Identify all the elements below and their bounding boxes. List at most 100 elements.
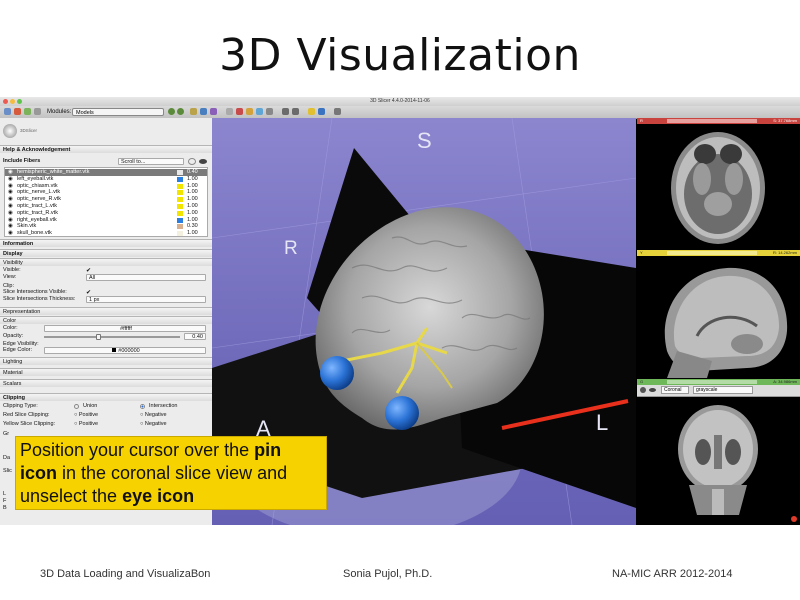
clipping-section-header[interactable]: Clipping [0, 393, 212, 401]
yellow-positive-radio[interactable]: ○ Positive [74, 421, 98, 428]
visibility-eye-icon[interactable]: ◉ [8, 203, 13, 210]
opacity-spinbox[interactable]: 0.40 [184, 333, 206, 340]
markups-icon[interactable] [266, 108, 273, 115]
load-data-icon[interactable] [4, 108, 11, 115]
opacity-slider-handle[interactable] [96, 334, 102, 340]
models-icon[interactable] [246, 108, 253, 115]
minimize-window-button[interactable] [10, 99, 15, 104]
python-icon[interactable] [318, 108, 325, 115]
data-module-icon[interactable] [226, 108, 233, 115]
volume-dropdown[interactable]: grayscale [693, 386, 753, 394]
visibility-eye-icon[interactable]: ◉ [8, 176, 13, 183]
instruction-callout: Position your cursor over the pin icon i… [15, 436, 327, 510]
color-section-header[interactable]: Color [0, 316, 212, 324]
help-section-header[interactable]: Help & Acknowledgement [0, 145, 212, 153]
module-selector[interactable]: Models [72, 108, 164, 116]
representation-section-header[interactable]: Representation [0, 307, 212, 315]
model-row[interactable]: ◉ optic_tract_L.vtk 1.00 [5, 203, 207, 210]
model-row[interactable]: ◉ Skin.vtk 0.30 [5, 223, 207, 230]
opacity-slider-track[interactable] [44, 336, 180, 338]
model-row[interactable]: ◉ optic_chiasm.vtk 1.00 [5, 183, 207, 190]
visibility-eye-icon[interactable]: ◉ [8, 183, 13, 190]
models-tree[interactable]: ◉ hemispheric_white_matter.vtk 0.40 ◉ left_e… [4, 167, 208, 237]
visibility-section-header[interactable]: Visibility [0, 258, 212, 266]
model-row[interactable]: ◉ hemispheric_white_matter.vtk 0.40 [5, 169, 207, 176]
model-color-swatch[interactable] [177, 224, 183, 230]
slice-thickness-spinbox[interactable]: 1 px [86, 296, 206, 303]
green-slice-view[interactable] [637, 397, 800, 515]
red-positive-radio[interactable]: ○ Positive [74, 412, 98, 419]
volumes-icon[interactable] [236, 108, 243, 115]
model-color-swatch[interactable] [177, 197, 183, 203]
slice-intersections-thickness-label: Slice Intersections Thickness: [3, 296, 76, 302]
yellow-slice-view[interactable] [637, 256, 800, 379]
visibility-eye-icon[interactable]: ◉ [8, 196, 13, 203]
material-section-label: Material [3, 370, 23, 376]
red-negative-radio[interactable]: ○ Negative [140, 412, 167, 419]
model-row[interactable]: ◉ left_eyeball.vtk 1.00 [5, 176, 207, 183]
color-picker[interactable]: #ffffff [44, 325, 206, 332]
sagittal-mri-image [664, 267, 788, 378]
model-color-swatch[interactable] [177, 176, 183, 182]
orientation-dropdown[interactable]: Coronal [661, 386, 689, 394]
intersection-radio[interactable] [140, 404, 145, 409]
yellow-negative-radio[interactable]: ○ Negative [140, 421, 167, 428]
back-arrow-icon[interactable] [168, 108, 175, 115]
scalars-section-header[interactable]: Scalars [0, 379, 212, 387]
slice-eye-icon[interactable] [649, 388, 656, 392]
model-row[interactable]: ◉ optic_nerve_L.vtk 1.00 [5, 189, 207, 196]
search-icon[interactable] [34, 108, 41, 115]
transforms-icon[interactable] [256, 108, 263, 115]
eye-icon[interactable] [199, 159, 207, 164]
union-radio[interactable] [74, 404, 79, 409]
yellow-slice-slider[interactable] [667, 251, 757, 255]
model-row[interactable]: ◉ skull_bone.vtk 1.00 [5, 230, 207, 237]
model-color-swatch[interactable] [177, 190, 183, 196]
fiducial-icon[interactable] [308, 108, 315, 115]
model-name: Skin.vtk [17, 223, 37, 230]
model-color-swatch[interactable] [177, 231, 183, 237]
slice-layout-icon[interactable] [292, 108, 299, 115]
extension-manager-icon[interactable] [334, 108, 341, 115]
information-section-header[interactable]: Information [0, 239, 212, 247]
slice-intersections-checkbox[interactable]: ✔ [86, 289, 91, 296]
mouse-mode-icon[interactable] [190, 108, 197, 115]
scroll-to-field[interactable]: Scroll to... [118, 158, 184, 165]
crosshair-icon[interactable] [210, 108, 217, 115]
visibility-eye-icon[interactable]: ◉ [8, 217, 13, 224]
visible-checkbox[interactable]: ✔ [86, 267, 91, 274]
model-color-swatch[interactable] [177, 204, 183, 209]
dcm-icon[interactable] [24, 108, 31, 115]
visibility-eye-icon[interactable]: ◉ [8, 210, 13, 217]
close-view-icon[interactable] [791, 516, 797, 522]
layout-icon[interactable] [200, 108, 207, 115]
red-slice-view[interactable] [637, 124, 800, 250]
view-dropdown[interactable]: All [86, 274, 206, 281]
visibility-eye-icon[interactable]: ◉ [8, 230, 13, 237]
material-section-header[interactable]: Material [0, 368, 212, 376]
model-row[interactable]: ◉ right_eyeball.vtk 1.00 [5, 217, 207, 224]
red-slice-slider[interactable] [667, 119, 757, 123]
model-opacity: 0.30 [187, 223, 198, 230]
forward-arrow-icon[interactable] [177, 108, 184, 115]
save-icon[interactable] [14, 108, 21, 115]
edge-color-picker[interactable]: #000000 [44, 347, 206, 354]
green-slice-slider[interactable] [667, 380, 757, 384]
filter-toggle-icon[interactable] [188, 158, 196, 165]
visibility-eye-icon[interactable]: ◉ [8, 223, 13, 230]
lighting-section-header[interactable]: Lighting [0, 357, 212, 365]
visibility-eye-icon[interactable]: ◉ [8, 169, 13, 176]
model-row[interactable]: ◉ optic_nerve_R.vtk 1.00 [5, 196, 207, 203]
close-window-button[interactable] [3, 99, 8, 104]
information-section-label: Information [3, 241, 34, 247]
model-color-swatch[interactable] [177, 183, 183, 189]
model-color-swatch[interactable] [177, 217, 183, 223]
model-color-swatch[interactable] [177, 170, 183, 175]
view-layout-icon[interactable] [282, 108, 289, 115]
model-color-swatch[interactable] [177, 210, 183, 216]
display-section-header[interactable]: Display [0, 249, 212, 257]
visibility-eye-icon[interactable]: ◉ [8, 189, 13, 196]
model-row[interactable]: ◉ optic_tract_R.vtk 1.00 [5, 210, 207, 217]
pin-icon[interactable] [640, 387, 646, 393]
zoom-window-button[interactable] [17, 99, 22, 104]
